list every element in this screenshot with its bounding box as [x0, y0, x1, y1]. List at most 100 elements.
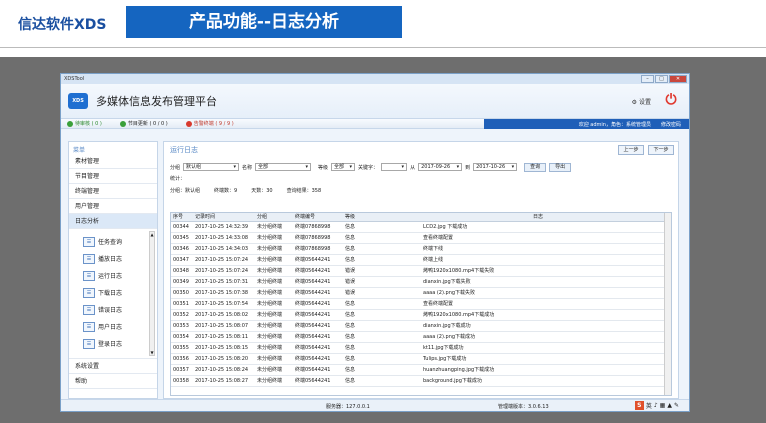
table-cell: 终端05644241	[293, 287, 343, 299]
table-row[interactable]: 00344 2017-10-25 14:32:39 未分组终端 终端07868998 信…	[171, 221, 665, 233]
table-row[interactable]: 00357 2017-10-25 15:08:24 未分组终端 终端05644241 信…	[171, 364, 665, 376]
col-header[interactable]: 日志	[383, 213, 665, 222]
table-cell: 烤鸭1920x1080.mp4下载成功	[383, 309, 665, 321]
table-cell: 2017-10-25 15:07:24	[193, 254, 255, 266]
col-header[interactable]: 分组	[255, 213, 293, 222]
submenu-label: 用户日志	[98, 324, 123, 331]
status-dot-icon	[67, 120, 73, 127]
submenu-item-login-log[interactable]: ☰ 登录日志	[83, 335, 157, 352]
list-icon: ☰	[83, 270, 95, 281]
group-select[interactable]: 默认组 ▾	[183, 163, 240, 171]
table-row[interactable]: 00354 2017-10-25 15:08:11 未分组终端 终端05644241 信…	[171, 331, 665, 343]
status-alarm-terminals[interactable]: 告警终端 ( 9 / 9 )	[185, 120, 234, 127]
table-row[interactable]: 00358 2017-10-25 15:08:27 未分组终端 终端05644241 信…	[171, 375, 665, 387]
table-cell: 终端05644241	[293, 309, 343, 321]
table-cell: 终端05644241	[293, 298, 343, 310]
sidebar-item-log-analysis[interactable]: 日志分析	[69, 214, 157, 229]
submenu-item-download-log[interactable]: ☰ 下载日志	[83, 284, 157, 301]
table-row[interactable]: 00347 2017-10-25 15:07:24 未分组终端 终端05644241 信…	[171, 254, 665, 266]
table-row[interactable]: 00345 2017-10-25 14:33:08 未分组终端 终端07868998 信…	[171, 232, 665, 244]
submenu-item-play-log[interactable]: ☰ 播放日志	[83, 250, 157, 267]
submenu-scrollbar[interactable]: ▲ ▼	[149, 231, 155, 356]
table-row[interactable]: 00352 2017-10-25 15:08:02 未分组终端 终端05644241 信…	[171, 309, 665, 321]
chevron-down-icon: ▾	[233, 164, 237, 170]
next-button[interactable]: 下一步	[648, 145, 674, 155]
table-cell: 信息	[343, 298, 383, 310]
window-title: XDSTool	[64, 76, 85, 82]
table-cell: 00352	[171, 309, 193, 321]
slide: 信达软件XDS 产品功能--日志分析 XDSTool – □ ✕ XDS 多媒体…	[0, 0, 766, 423]
table-cell: 信息	[343, 342, 383, 354]
name-select[interactable]: 全部 ▾	[255, 163, 312, 171]
brand-logo-text: 信达软件XDS	[18, 17, 107, 33]
submenu-item-error-log[interactable]: ☰ 错误日志	[83, 301, 157, 318]
maximize-button[interactable]: □	[655, 75, 668, 83]
sidebar-item-user[interactable]: 用户管理	[69, 199, 157, 214]
status-program-update[interactable]: 节目更新 ( 0 / 0 )	[119, 120, 168, 127]
minimize-button[interactable]: –	[641, 75, 654, 83]
table-cell: 终端上线	[383, 254, 665, 266]
keyword-input[interactable]: ▾	[381, 163, 408, 171]
col-header[interactable]: 等级	[343, 213, 383, 222]
table-row[interactable]: 00350 2017-10-25 15:07:38 未分组终端 终端05644241 错…	[171, 287, 665, 299]
table-row[interactable]: 00351 2017-10-25 15:07:54 未分组终端 终端05644241 信…	[171, 298, 665, 310]
from-date[interactable]: 2017-09-26 ▾	[418, 163, 463, 171]
sidebar-item-program[interactable]: 节目管理	[69, 169, 157, 184]
table-row[interactable]: 00356 2017-10-25 15:08:20 未分组终端 终端05644241 信…	[171, 353, 665, 365]
table-cell: 烤鸭1920x1080.mp4下载失败	[383, 265, 665, 277]
table-cell: 未分组终端	[255, 243, 293, 255]
sidebar-item-terminal[interactable]: 终端管理	[69, 184, 157, 199]
table-row[interactable]: 00349 2017-10-25 15:07:31 未分组终端 终端05644241 错…	[171, 276, 665, 288]
change-password-link[interactable]: 修改密码	[661, 121, 681, 128]
scroll-up-icon[interactable]: ▲	[150, 232, 154, 237]
table-cell: 终端05644241	[293, 353, 343, 365]
table-cell: 信息	[343, 243, 383, 255]
sidebar-item-help[interactable]: 帮助	[69, 374, 157, 389]
submenu-item-user-log[interactable]: ☰ 用户日志	[83, 318, 157, 335]
table-row[interactable]: 00355 2017-10-25 15:08:15 未分组终端 终端05644241 信…	[171, 342, 665, 354]
submenu-item-run-log[interactable]: ☰ 运行日志	[83, 267, 157, 284]
close-button[interactable]: ✕	[669, 75, 687, 83]
table-row[interactable]: 00348 2017-10-25 15:07:24 未分组终端 终端05644241 错…	[171, 265, 665, 277]
submenu-item-task-query[interactable]: ☰ 任务查询	[83, 233, 157, 250]
status-label: 待审核 ( 0 )	[75, 121, 102, 127]
table-cell: 未分组终端	[255, 265, 293, 277]
sidebar-item-system-settings[interactable]: 系统设置	[69, 359, 157, 374]
scroll-down-icon[interactable]: ▼	[150, 350, 154, 355]
col-header[interactable]: 记录时间	[193, 213, 255, 222]
table-cell: 2017-10-25 14:33:08	[193, 232, 255, 244]
table-cell: 错误	[343, 287, 383, 299]
level-label: 等级	[318, 164, 329, 171]
table-cell: 2017-10-25 15:08:24	[193, 364, 255, 376]
table-row[interactable]: 00346 2017-10-25 14:34:03 未分组终端 终端07868998 信…	[171, 243, 665, 255]
settings-link[interactable]: ⚙ 设置	[632, 97, 651, 106]
table-cell: 2017-10-25 15:07:24	[193, 265, 255, 277]
power-icon[interactable]: ⏻	[663, 92, 679, 108]
sogou-icon: S	[634, 401, 644, 410]
to-date[interactable]: 2017-10-26 ▾	[473, 163, 518, 171]
slide-banner-title: 产品功能--日志分析	[126, 6, 402, 38]
prev-button[interactable]: 上一步	[618, 145, 644, 155]
submenu-label: 播放日志	[98, 256, 123, 263]
keyboard-icon: ▦	[659, 402, 666, 409]
table-cell: 00355	[171, 342, 193, 354]
table-cell: 信息	[343, 309, 383, 321]
table-cell: 未分组终端	[255, 331, 293, 343]
level-select[interactable]: 全部 ▾	[331, 163, 356, 171]
col-header[interactable]: 终端编号	[293, 213, 343, 222]
table-row[interactable]: 00353 2017-10-25 15:08:07 未分组终端 终端05644241 信…	[171, 320, 665, 332]
col-header[interactable]: 序号	[171, 213, 193, 222]
sidebar-item-material[interactable]: 素材管理	[69, 154, 157, 169]
ime-toolbar[interactable]: S 英 ♪ ▦ ▲ ✎	[634, 401, 679, 410]
query-button[interactable]: 查询	[524, 162, 547, 172]
list-icon: ☰	[83, 253, 95, 264]
footer-bar: 服务器：127.0.0.1 管理端版本：3.0.6.13 S 英 ♪ ▦ ▲ ✎	[61, 399, 689, 411]
wrench-icon: ✎	[673, 402, 679, 409]
table-cell: 00347	[171, 254, 193, 266]
status-pending-review[interactable]: 待审核 ( 0 )	[67, 120, 102, 127]
chevron-down-icon: ▾	[305, 164, 309, 170]
table-cell: 未分组终端	[255, 287, 293, 299]
export-button[interactable]: 导出	[549, 162, 572, 172]
table-scrollbar[interactable]	[664, 213, 671, 395]
stat-results: 查询结果：358	[286, 188, 322, 194]
